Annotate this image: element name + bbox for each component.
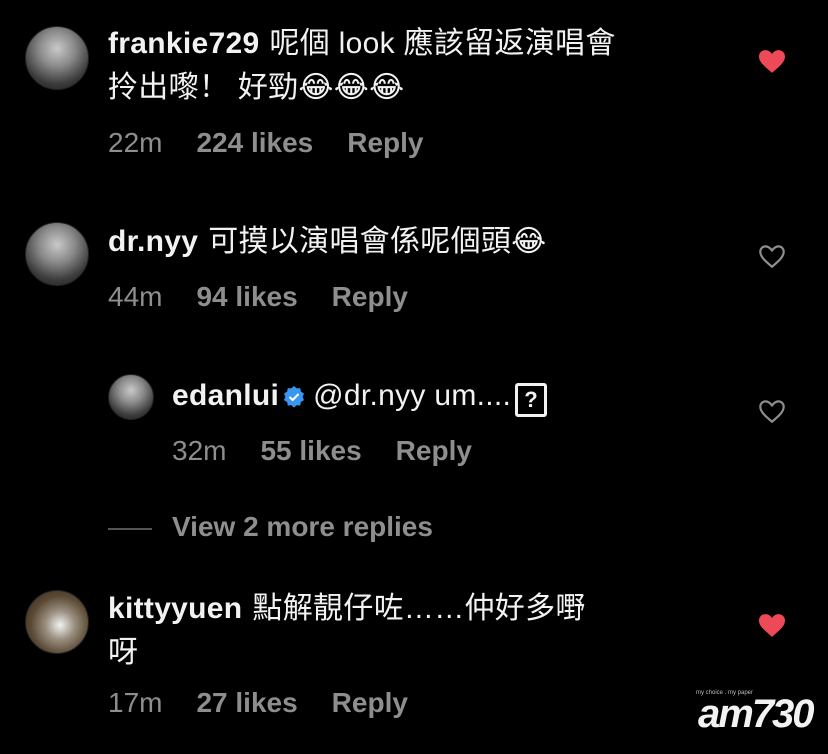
avatar[interactable] bbox=[108, 374, 154, 420]
am730-watermark-logo: my choice . my paper am730 bbox=[690, 690, 815, 740]
heart-outline-icon[interactable] bbox=[759, 400, 785, 424]
username[interactable]: edanlui bbox=[172, 379, 279, 412]
replies-divider bbox=[108, 528, 152, 530]
comment-body-line2: 拎出嚟！ 好勁😂😂😂 bbox=[108, 71, 405, 104]
comment-meta: 17m 27 likes Reply bbox=[108, 687, 442, 719]
username[interactable]: kittyyuen bbox=[108, 592, 242, 625]
username[interactable]: dr.nyy bbox=[108, 225, 198, 258]
avatar[interactable] bbox=[25, 26, 89, 90]
view-more-replies-button[interactable]: View 2 more replies bbox=[172, 511, 433, 543]
comment-text: dr.nyy 可摸以演唱會係呢個頭😂 bbox=[108, 220, 547, 264]
reply-button[interactable]: Reply bbox=[396, 435, 472, 466]
username[interactable]: frankie729 bbox=[108, 27, 259, 60]
reply-button[interactable]: Reply bbox=[332, 281, 408, 312]
likes-count[interactable]: 224 likes bbox=[196, 127, 313, 158]
comment-body: @dr.nyy um.... bbox=[313, 379, 512, 412]
heart-outline-icon[interactable] bbox=[759, 245, 785, 269]
likes-count[interactable]: 94 likes bbox=[196, 281, 297, 312]
avatar[interactable] bbox=[25, 222, 89, 286]
comment-meta: 44m 94 likes Reply bbox=[108, 281, 442, 313]
likes-count[interactable]: 55 likes bbox=[260, 435, 361, 466]
comment-body: 可摸以演唱會係呢個頭😂 bbox=[208, 225, 547, 258]
comment-time: 44m bbox=[108, 281, 163, 312]
comment-text: frankie729 呢個 look 應該留返演唱會 拎出嚟！ 好勁😂😂😂 bbox=[108, 22, 616, 110]
comment-meta: 32m 55 likes Reply bbox=[172, 435, 506, 467]
reply-button[interactable]: Reply bbox=[332, 687, 408, 718]
likes-count[interactable]: 27 likes bbox=[196, 687, 297, 718]
comment-text: kittyyuen 點解靚仔咗……仲好多嘢 呀 bbox=[108, 587, 586, 675]
comment-text: edanlui @dr.nyy um....? bbox=[172, 374, 548, 418]
avatar[interactable] bbox=[25, 590, 89, 654]
reply-button[interactable]: Reply bbox=[347, 127, 423, 158]
heart-filled-icon[interactable] bbox=[759, 50, 785, 74]
logo-wordmark: am730 bbox=[698, 692, 815, 736]
heart-filled-icon[interactable] bbox=[759, 614, 785, 638]
verified-badge-icon bbox=[284, 386, 305, 408]
unknown-glyph: ? bbox=[515, 383, 548, 417]
comment-time: 22m bbox=[108, 127, 163, 158]
comment-body: 呢個 look 應該留返演唱會 bbox=[269, 27, 616, 60]
comment-body: 點解靚仔咗……仲好多嘢 bbox=[252, 592, 586, 625]
comment-time: 17m bbox=[108, 687, 163, 718]
comment-meta: 22m 224 likes Reply bbox=[108, 127, 458, 159]
comment-time: 32m bbox=[172, 435, 227, 466]
comment-body-line2: 呀 bbox=[108, 636, 139, 669]
